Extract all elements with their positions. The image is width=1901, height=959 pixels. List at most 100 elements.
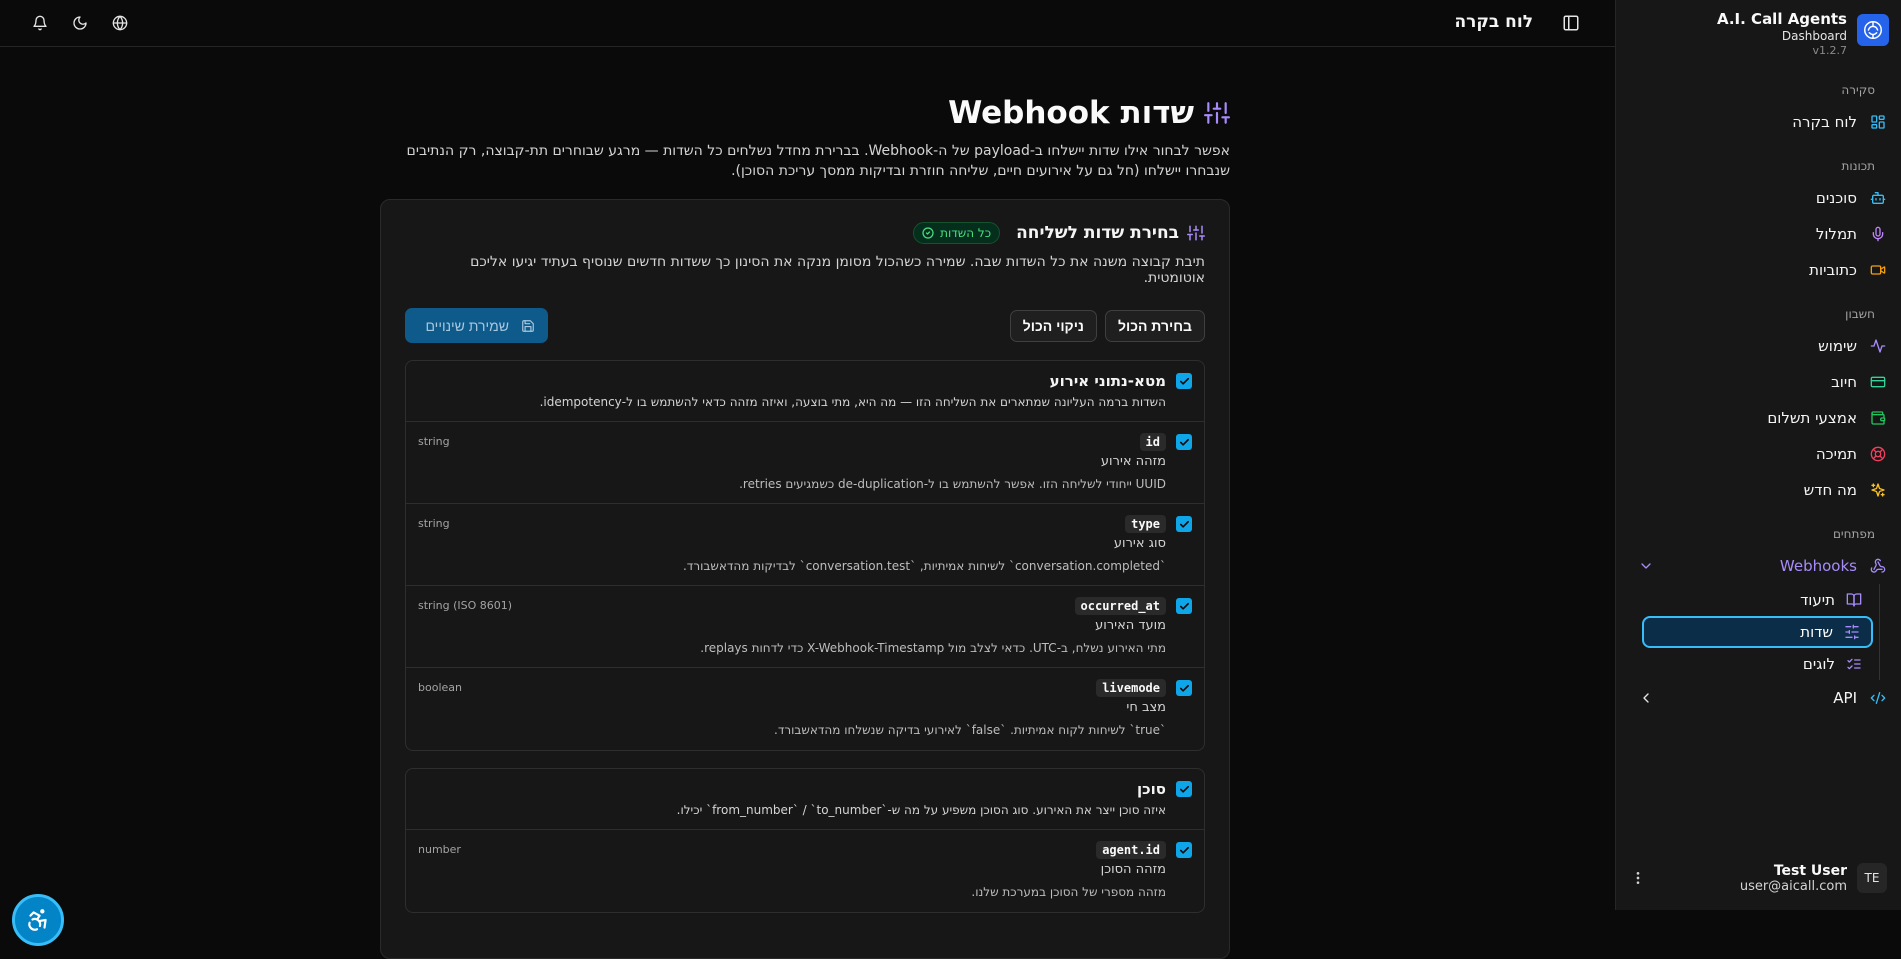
- field-description: מזהה מספרי של הסוכן במערכת שלנו.: [971, 885, 1166, 899]
- group-description: השדות ברמה העליונה שמתארים את השליחה הזו…: [539, 395, 1166, 409]
- moon-icon[interactable]: [70, 13, 90, 33]
- list-checks-icon: [1845, 655, 1863, 673]
- sidebar-item-label: תמלול: [1815, 225, 1857, 243]
- user-menu[interactable]: TE Test User user@aicall.com: [1616, 858, 1901, 898]
- sidebar-toggle-icon[interactable]: [1562, 14, 1580, 32]
- sidebar-item-payment-methods[interactable]: אמצעי תשלום: [1616, 400, 1901, 436]
- field-key: id: [1139, 433, 1166, 451]
- field-type: string: [418, 517, 450, 530]
- sidebar-item-label: לוגים: [1802, 655, 1835, 673]
- sliders-icon: [1204, 100, 1230, 126]
- sidebar-item-label: שימוש: [1818, 337, 1857, 355]
- activity-icon: [1869, 337, 1887, 355]
- sidebar-item-fields[interactable]: שדות: [1642, 616, 1873, 648]
- sidebar-item-logs[interactable]: לוגים: [1642, 648, 1873, 680]
- sidebar-item-label: תיעוד: [1800, 591, 1835, 609]
- group-checkbox[interactable]: [1176, 781, 1192, 797]
- sidebar: A.I. Call Agents Dashboard v1.2.7 סקירה …: [1615, 0, 1901, 910]
- more-vertical-icon[interactable]: [1630, 870, 1646, 886]
- save-button[interactable]: שמירת שינויים: [405, 308, 548, 343]
- sidebar-item-agents[interactable]: סוכנים: [1616, 180, 1901, 216]
- sidebar-item-label: לוח בקרה: [1792, 113, 1857, 131]
- bell-icon[interactable]: [30, 13, 50, 33]
- save-icon: [521, 319, 535, 333]
- field-row: id string מזהה אירוע UUID ייחודי לשליחה …: [406, 422, 1204, 504]
- brand-logo-icon: [1857, 14, 1889, 46]
- field-row: agent.id number מזהה הסוכן מזהה מספרי של…: [406, 830, 1204, 912]
- chevron-down-icon[interactable]: [1638, 558, 1654, 574]
- field-type: boolean: [418, 681, 462, 694]
- field-checkbox[interactable]: [1176, 434, 1192, 450]
- field-key: agent.id: [1096, 841, 1166, 859]
- accessibility-button[interactable]: [12, 894, 64, 946]
- top-bar: לוח בקרה: [0, 0, 1615, 47]
- field-description: מתי האירוע נשלח, ב-UTC. כדאי לצלב מול X-…: [700, 641, 1166, 655]
- check-icon: [1179, 520, 1189, 528]
- check-icon: [1179, 846, 1189, 854]
- sidebar-item-support[interactable]: תמיכה: [1616, 436, 1901, 472]
- field-row: livemode boolean מצב חי `true` לשיחות לק…: [406, 668, 1204, 750]
- sidebar-item-label: שדות: [1800, 623, 1833, 641]
- status-badge: כל השדות: [913, 222, 1001, 244]
- field-label: סוג אירוע: [1113, 536, 1166, 551]
- sidebar-item-whats-new[interactable]: מה חדש: [1616, 472, 1901, 508]
- field-checkbox[interactable]: [1176, 842, 1192, 858]
- field-type: string (ISO 8601): [418, 599, 513, 612]
- field-row: occurred_at string (ISO 8601) מועד האירו…: [406, 586, 1204, 668]
- page-title: שדות Webhook: [948, 95, 1194, 131]
- save-label: שמירת שינויים: [425, 317, 509, 334]
- wallet-icon: [1869, 409, 1887, 427]
- sidebar-item-subtitles[interactable]: כתוביות: [1616, 252, 1901, 288]
- sidebar-item-label: כתוביות: [1809, 261, 1857, 279]
- sidebar-item-webhooks[interactable]: Webhooks: [1616, 548, 1901, 584]
- field-group: מטא-נתוני אירוע השדות ברמה העליונה שמתאר…: [405, 360, 1205, 751]
- select-all-button[interactable]: בחירת הכול: [1104, 309, 1205, 342]
- main-content: שדות Webhook אפשר לבחור אילו שדות יישלחו…: [0, 48, 1615, 959]
- badge-label: כל השדות: [940, 226, 992, 240]
- sidebar-item-label: אמצעי תשלום: [1767, 409, 1857, 427]
- field-checkbox[interactable]: [1176, 598, 1192, 614]
- sidebar-item-usage[interactable]: שימוש: [1616, 328, 1901, 364]
- user-email: user@aicall.com: [1739, 878, 1847, 894]
- code-icon: [1869, 689, 1887, 707]
- globe-icon[interactable]: [110, 13, 130, 33]
- check-circle-icon: [922, 227, 934, 239]
- field-description: UUID ייחודי לשליחה הזו. אפשר להשתמש בו ל…: [739, 477, 1166, 491]
- page-title-topbar: לוח בקרה: [1454, 12, 1533, 32]
- field-key: livemode: [1096, 679, 1166, 697]
- field-type: number: [418, 843, 461, 856]
- dashboard-grid-icon: [1869, 113, 1887, 131]
- sidebar-item-transcription[interactable]: תמלול: [1616, 216, 1901, 252]
- brand-subtitle: Dashboard: [1781, 29, 1847, 43]
- field-type: string: [418, 435, 450, 448]
- lifebuoy-icon: [1869, 445, 1887, 463]
- field-key: occurred_at: [1074, 597, 1166, 615]
- credit-card-icon: [1869, 373, 1887, 391]
- brand-title: A.I. Call Agents: [1716, 10, 1847, 28]
- field-checkbox[interactable]: [1176, 516, 1192, 532]
- field-label: מזהה אירוע: [1100, 454, 1166, 469]
- bot-icon: [1869, 189, 1887, 207]
- check-icon: [1179, 438, 1189, 446]
- brand[interactable]: A.I. Call Agents Dashboard v1.2.7: [1616, 0, 1901, 62]
- sidebar-item-dashboard[interactable]: לוח בקרה: [1616, 104, 1901, 140]
- field-label: מזהה הסוכן: [1100, 862, 1166, 877]
- sidebar-item-docs[interactable]: תיעוד: [1642, 584, 1873, 616]
- check-icon: [1179, 684, 1189, 692]
- page-header: שדות Webhook אפשר לבחור אילו שדות יישלחו…: [380, 95, 1230, 181]
- field-group: סוכן איזה סוכן ייצר את האירוע. סוג הסוכן…: [405, 768, 1205, 913]
- group-title: מטא-נתוני אירוע: [1049, 372, 1166, 390]
- field-checkbox[interactable]: [1176, 680, 1192, 696]
- field-key: type: [1125, 515, 1166, 533]
- clear-all-button[interactable]: ניקוי הכול: [1009, 309, 1097, 342]
- field-description: `true` לשיחות לקוח אמיתיות. `false` לאיר…: [774, 723, 1166, 737]
- book-icon: [1845, 591, 1863, 609]
- check-icon: [1179, 602, 1189, 610]
- chevron-left-icon[interactable]: [1638, 690, 1654, 706]
- sidebar-item-api[interactable]: API: [1616, 680, 1901, 716]
- field-label: מצב חי: [1126, 700, 1166, 715]
- sidebar-item-billing[interactable]: חיוב: [1616, 364, 1901, 400]
- group-checkbox[interactable]: [1176, 373, 1192, 389]
- group-description: איזה סוכן ייצר את האירוע. סוג הסוכן משפי…: [676, 803, 1166, 817]
- webhook-icon: [1869, 557, 1887, 575]
